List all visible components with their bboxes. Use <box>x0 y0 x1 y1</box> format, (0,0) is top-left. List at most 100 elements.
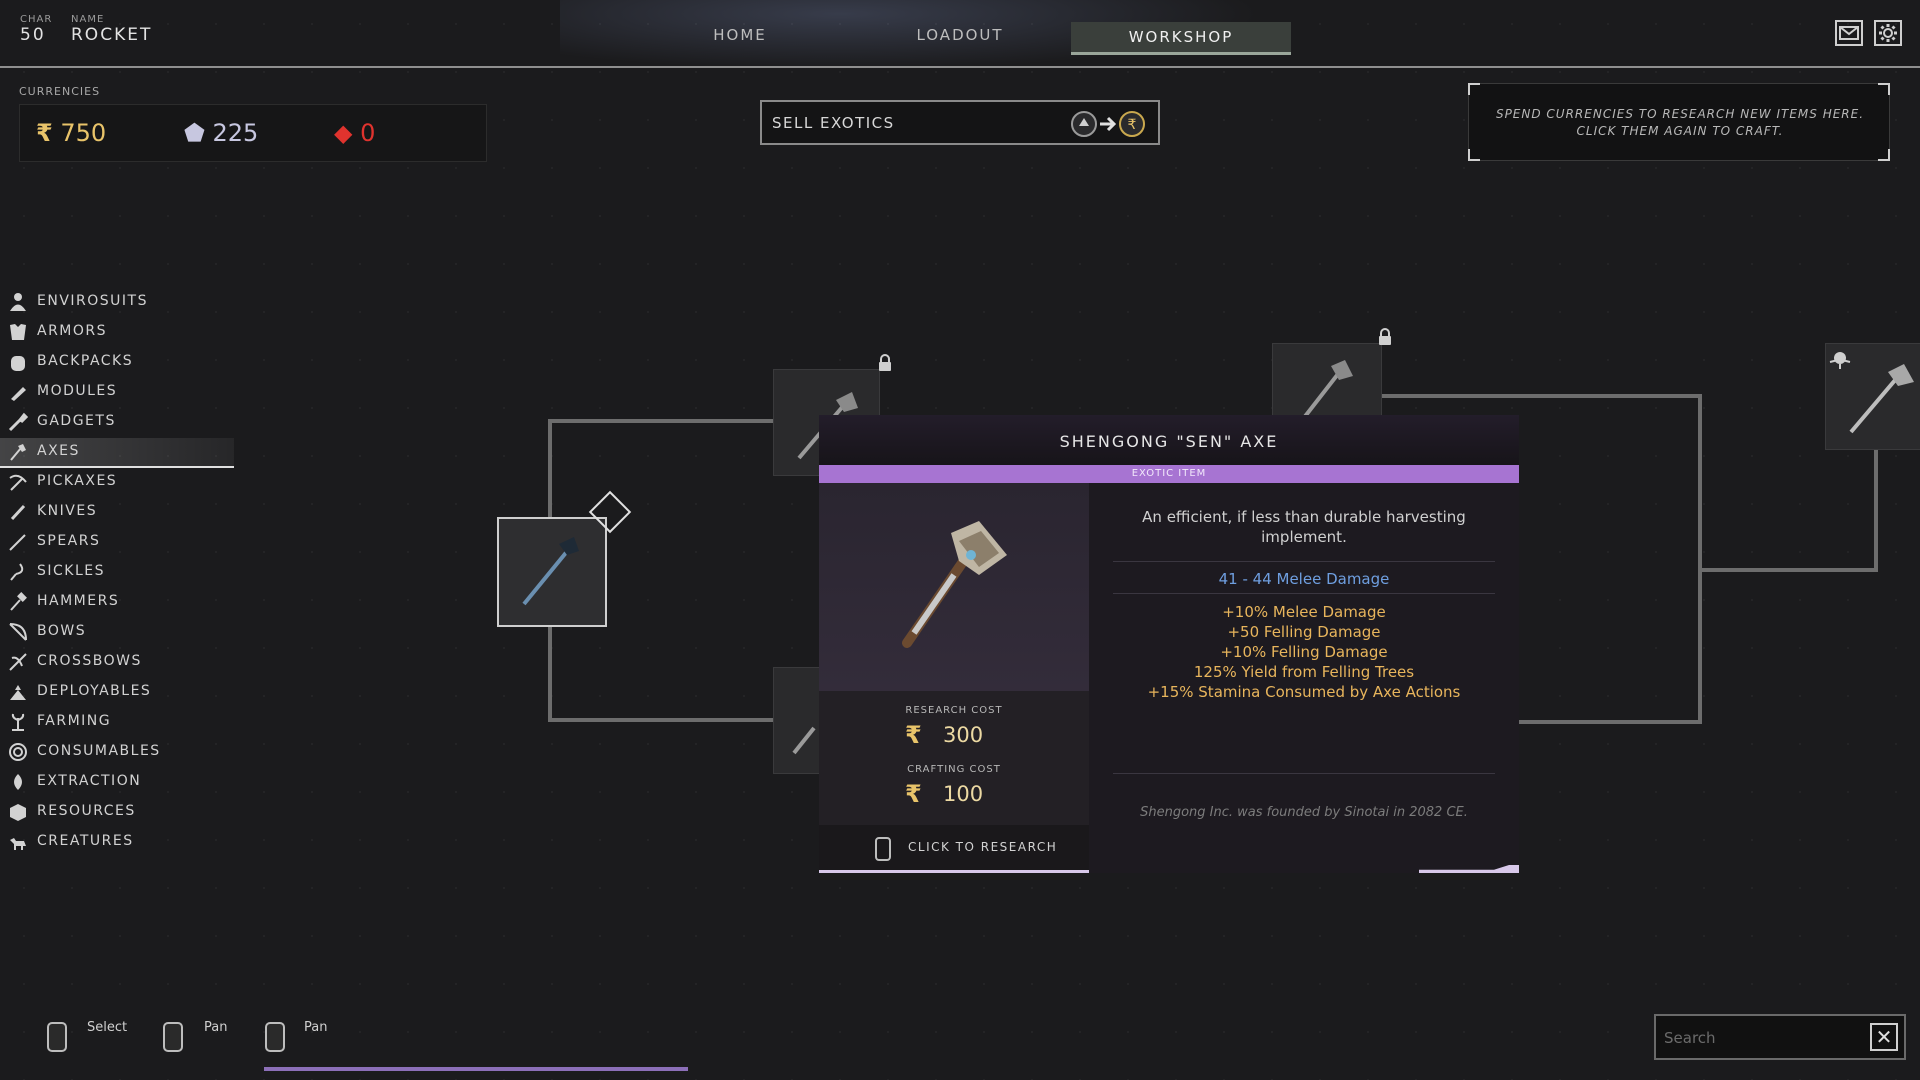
sidebar-item-consumables[interactable]: CONSUMABLES <box>0 738 234 766</box>
sidebar-item-label: PICKAXES <box>37 473 118 489</box>
settings-gear-icon[interactable] <box>1874 20 1902 46</box>
rarity-label: EXOTIC ITEM <box>1131 468 1207 479</box>
sidebar-item-knives[interactable]: KNIVES <box>0 498 234 526</box>
axe-node-selected[interactable] <box>497 517 607 627</box>
sickle-icon <box>10 563 24 581</box>
sidebar-item-crossbows[interactable]: CROSSBOWS <box>0 648 234 676</box>
backpack-icon <box>11 356 25 371</box>
sidebar-item-deployables[interactable]: DEPLOYABLES <box>0 678 234 706</box>
rupee-coin-icon: ₹ <box>905 721 922 749</box>
tree-connector <box>548 625 552 722</box>
sidebar-item-hammers[interactable]: HAMMERS <box>0 588 234 616</box>
sidebar-item-resources[interactable]: RESOURCES <box>0 798 234 826</box>
axe-node[interactable] <box>773 667 821 774</box>
sidebar-item-backpacks[interactable]: BACKPACKS <box>0 348 234 376</box>
sidebar-item-envirosuits[interactable]: ENVIROSUITS <box>0 288 234 316</box>
armor-icon <box>10 324 26 340</box>
tab-workshop[interactable]: WORKSHOP <box>1071 22 1291 55</box>
sidebar-item-label: MODULES <box>37 383 118 399</box>
extraction-icon <box>14 774 22 790</box>
shard-icon: ⬟ <box>184 119 205 147</box>
pickaxe-icon <box>9 474 27 491</box>
tree-connector <box>548 419 773 423</box>
tree-connector <box>548 718 773 722</box>
char-level: CHAR 50 <box>20 14 52 45</box>
rupee-coin-icon: ₹ <box>36 119 53 147</box>
corner-bracket <box>1468 83 1480 95</box>
sidebar-item-label: CREATURES <box>37 833 134 849</box>
sidebar-item-pickaxes[interactable]: PICKAXES <box>0 468 234 496</box>
sidebar-item-label: BACKPACKS <box>37 353 134 369</box>
sidebar-item-label: CROSSBOWS <box>37 653 142 669</box>
exotic-crystal-icon: ◆ <box>334 119 353 147</box>
tree-connector <box>1698 394 1702 724</box>
currency-rupee: ₹ 750 <box>36 119 106 147</box>
stat-line: +15% Stamina Consumed by Axe Actions <box>1147 683 1461 701</box>
click-to-research-button[interactable]: CLICK TO RESEARCH <box>819 825 1089 873</box>
sidebar-item-axes[interactable]: AXES <box>0 438 234 468</box>
sidebar-item-modules[interactable]: MODULES <box>0 378 234 406</box>
hint-pan: Pan <box>204 1020 228 1035</box>
tooltip-header: SHENGONG "SEN" AXE <box>819 415 1519 465</box>
damage-stat: 41 - 44 Melee Damage <box>1218 570 1390 588</box>
progress-underline <box>819 870 1089 873</box>
stat-line: +10% Felling Damage <box>1220 643 1388 661</box>
tab-loadout[interactable]: LOADOUT <box>910 26 1010 44</box>
sidebar-item-label: SICKLES <box>37 563 106 579</box>
knife-icon <box>10 504 26 521</box>
search-input[interactable] <box>1662 1024 1866 1052</box>
item-description: An efficient, if less than durable harve… <box>1142 508 1466 546</box>
resources-icon <box>10 804 26 821</box>
svg-text:₹: ₹ <box>1128 117 1137 133</box>
mail-icon[interactable] <box>1835 20 1863 46</box>
tree-connector <box>1380 394 1702 398</box>
sidebar-item-sickles[interactable]: SICKLES <box>0 558 234 586</box>
hint-progress-bar <box>264 1067 688 1071</box>
hammer-icon <box>10 592 27 611</box>
sidebar-item-bows[interactable]: BOWS <box>0 618 234 646</box>
module-icon <box>11 387 26 401</box>
sidebar-item-creatures[interactable]: CREATURES <box>0 828 234 856</box>
exotic-value: 0 <box>360 119 376 147</box>
sell-exotics-button[interactable]: SELL EXOTICS ₹ <box>760 100 1160 145</box>
axe-icon <box>522 537 579 606</box>
axe-icon <box>902 521 1007 648</box>
character-name: NAME ROCKET <box>71 14 152 45</box>
sidebar-item-extraction[interactable]: EXTRACTION <box>0 768 234 796</box>
hint-pan-scroll: Pan <box>304 1020 328 1035</box>
item-image <box>819 483 1089 691</box>
sidebar-item-armors[interactable]: ARMORS <box>0 318 234 346</box>
axe-node-locked-2[interactable] <box>1272 343 1382 425</box>
sidebar-item-label: CONSUMABLES <box>37 743 161 759</box>
search-box: ✕ <box>1654 1014 1906 1060</box>
tree-connector <box>1702 568 1878 572</box>
char-value: 50 <box>20 25 46 45</box>
tab-home[interactable]: HOME <box>690 26 790 44</box>
sidebar-item-gadgets[interactable]: GADGETS <box>0 408 234 436</box>
sidebar-item-label: DEPLOYABLES <box>37 683 152 699</box>
workshop-info-box: SPEND CURRENCIES TO RESEARCH NEW ITEMS H… <box>1468 83 1890 161</box>
close-icon[interactable]: ✕ <box>1870 1023 1898 1051</box>
sidebar-item-farming[interactable]: FARMING <box>0 708 234 736</box>
tree-connector <box>1519 720 1702 724</box>
mouse-left-icon <box>47 1022 67 1052</box>
corner-bracket <box>1878 149 1890 161</box>
tooltip-cost-panel: RESEARCH COST ₹ 300 CRAFTING COST ₹ 100 … <box>819 483 1089 873</box>
axe-icon <box>10 444 26 461</box>
stat-line: +10% Melee Damage <box>1222 603 1386 621</box>
rarity-band: EXOTIC ITEM <box>819 465 1519 483</box>
sidebar-item-spears[interactable]: SPEARS <box>0 528 234 556</box>
stat-line: +50 Felling Damage <box>1227 623 1381 641</box>
creature-badge-icon <box>1828 350 1852 374</box>
tooltip-stats-panel: An efficient, if less than durable harve… <box>1089 483 1519 873</box>
name-value: ROCKET <box>71 25 153 45</box>
deployable-icon <box>10 685 26 700</box>
exotic-to-coin-icon: ₹ <box>1070 110 1150 138</box>
lock-icon <box>1377 328 1393 350</box>
sidebar-item-label: ENVIROSUITS <box>37 293 148 309</box>
currency-shard: ⬟ 225 <box>184 119 258 147</box>
research-cost-value: 300 <box>943 723 984 747</box>
farming-icon <box>11 713 25 731</box>
crossbow-icon <box>9 653 27 671</box>
sell-exotics-label: SELL EXOTICS <box>772 114 895 132</box>
